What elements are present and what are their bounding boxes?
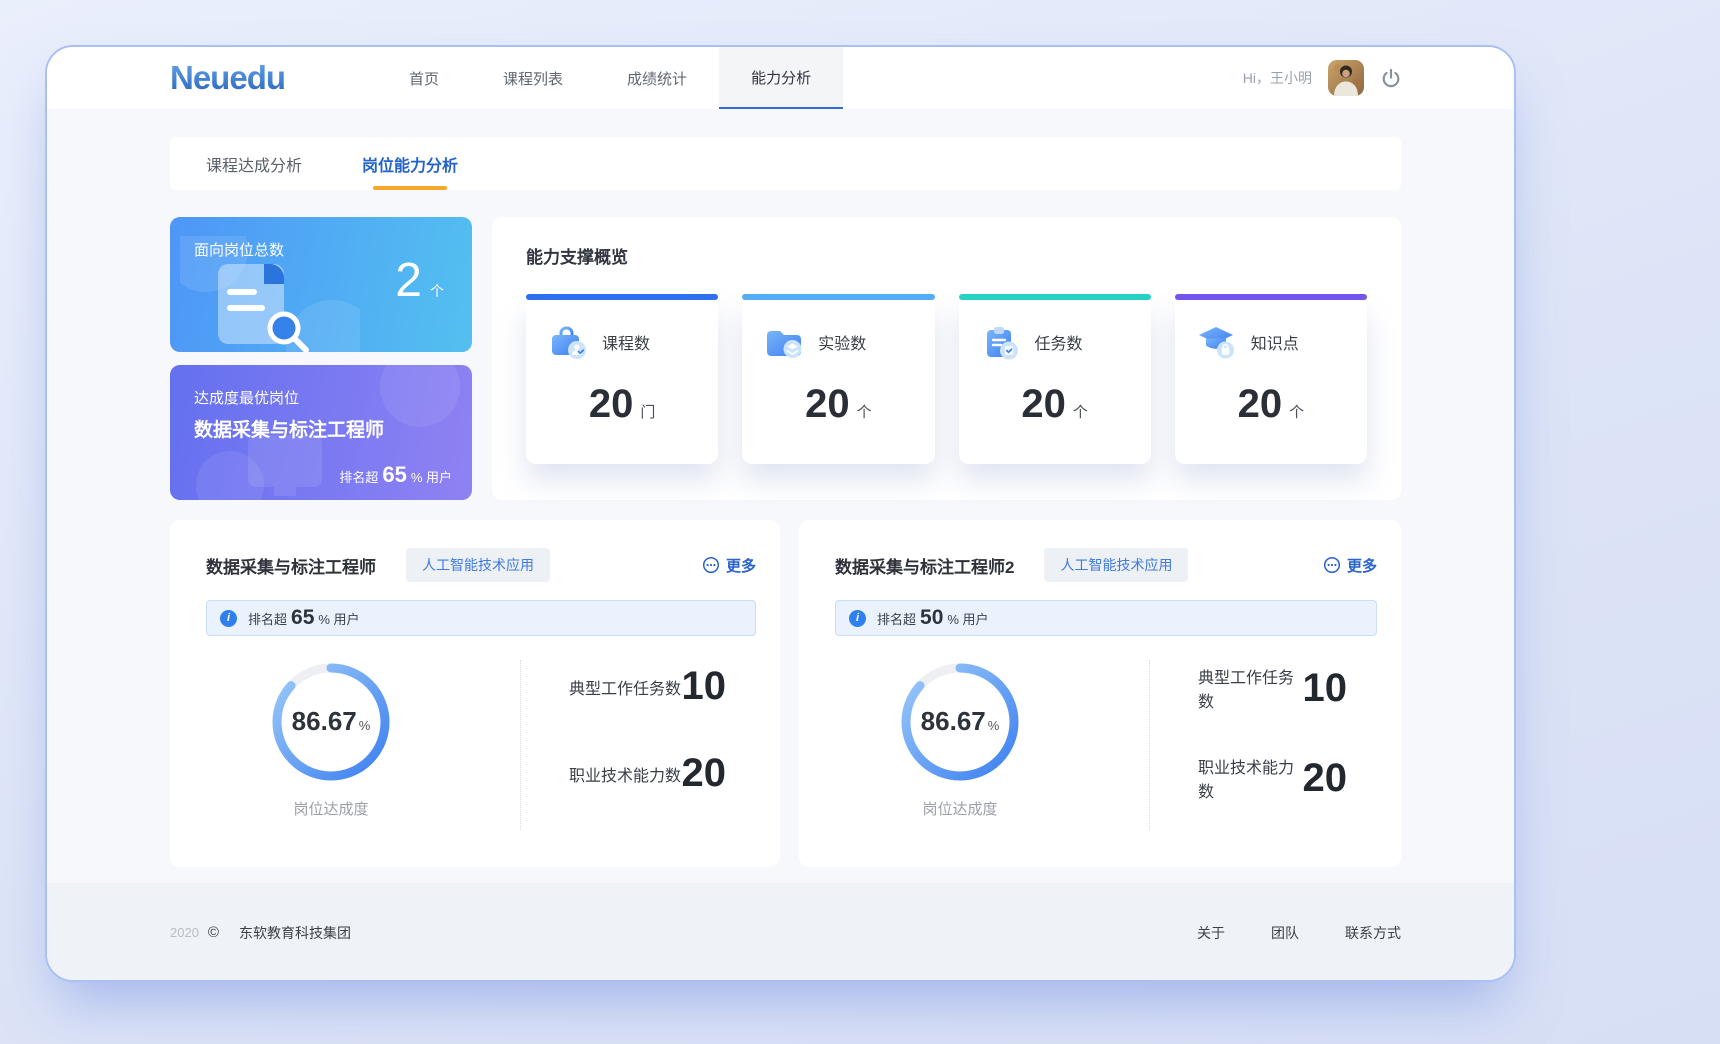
main-nav: 首页 课程列表 成绩统计 能力分析 bbox=[377, 47, 843, 109]
rank-info-bar: i 排名超 50 % 用户 bbox=[835, 600, 1377, 636]
avatar[interactable] bbox=[1328, 60, 1364, 96]
total-jobs-card: 面向岗位总数 2 个 bbox=[170, 217, 472, 352]
more-icon bbox=[702, 556, 720, 574]
best-job-name: 数据采集与标注工程师 bbox=[194, 415, 384, 442]
footer: 2020 © 东软教育科技集团 关于 团队 联系方式 bbox=[47, 883, 1514, 982]
main-panel: Neuedu 首页 课程列表 成绩统计 能力分析 Hi，王小明 bbox=[45, 45, 1516, 982]
user-greeting: Hi，王小明 bbox=[1243, 68, 1312, 88]
knowledge-icon bbox=[1197, 324, 1237, 360]
more-button[interactable]: 更多 bbox=[702, 555, 756, 576]
course-icon bbox=[548, 324, 588, 360]
achievement-label: 岗位达成度 bbox=[922, 798, 997, 819]
nav-item-ability[interactable]: 能力分析 bbox=[719, 47, 843, 109]
nav-item-grades[interactable]: 成绩统计 bbox=[595, 47, 719, 109]
nav-item-home[interactable]: 首页 bbox=[377, 47, 471, 109]
job-stat-row: 职业技术能力数 20 bbox=[569, 751, 726, 796]
job-card-2: 数据采集与标注工程师2 人工智能技术应用 更多 i 排名超 50 bbox=[799, 520, 1401, 867]
achievement-donut-chart: 86.67 % bbox=[898, 660, 1022, 784]
best-job-card: 达成度最优岗位 数据采集与标注工程师 排名超 65 % 用户 bbox=[170, 365, 472, 500]
footer-link-contact[interactable]: 联系方式 bbox=[1345, 923, 1401, 943]
footer-company: 东软教育科技集团 bbox=[239, 923, 351, 943]
best-job-rank: 排名超 65 % 用户 bbox=[339, 462, 452, 488]
power-icon bbox=[1380, 67, 1402, 89]
job-stat-row: 典型工作任务数 10 bbox=[1198, 664, 1347, 712]
total-jobs-value: 2 个 bbox=[395, 253, 444, 308]
footer-link-about[interactable]: 关于 bbox=[1197, 923, 1225, 943]
job-tag: 人工智能技术应用 bbox=[1044, 548, 1188, 582]
capability-overview-title: 能力支撑概览 bbox=[526, 243, 1367, 268]
experiment-icon bbox=[764, 324, 804, 360]
info-icon: i bbox=[220, 610, 237, 627]
job-stat-row: 职业技术能力数 20 bbox=[1198, 754, 1347, 802]
capability-overview-card: 能力支撑概览 bbox=[492, 217, 1401, 500]
stat-card-experiments: 实验数 20个 bbox=[742, 294, 934, 464]
info-icon: i bbox=[849, 610, 866, 627]
stat-card-courses: 课程数 20门 bbox=[526, 294, 718, 464]
copyright-icon: © bbox=[208, 924, 219, 941]
stat-card-knowledge: 知识点 20个 bbox=[1175, 294, 1367, 464]
more-button[interactable]: 更多 bbox=[1323, 555, 1377, 576]
footer-year: 2020 bbox=[170, 925, 199, 940]
total-jobs-label: 面向岗位总数 bbox=[194, 239, 284, 260]
rank-info-bar: i 排名超 65 % 用户 bbox=[206, 600, 756, 636]
logout-button[interactable] bbox=[1380, 67, 1402, 89]
logo: Neuedu bbox=[170, 59, 285, 97]
analysis-tabs: 课程达成分析 岗位能力分析 bbox=[170, 137, 1401, 190]
more-icon bbox=[1323, 556, 1341, 574]
task-icon bbox=[981, 324, 1021, 360]
nav-item-courses[interactable]: 课程列表 bbox=[471, 47, 595, 109]
job-title: 数据采集与标注工程师2 bbox=[835, 553, 1014, 578]
footer-link-team[interactable]: 团队 bbox=[1271, 923, 1299, 943]
job-stat-row: 典型工作任务数 10 bbox=[569, 664, 726, 709]
avatar-image bbox=[1328, 60, 1364, 96]
job-title: 数据采集与标注工程师 bbox=[206, 553, 376, 578]
job-tag: 人工智能技术应用 bbox=[406, 548, 550, 582]
achievement-label: 岗位达成度 bbox=[293, 798, 368, 819]
header-right: Hi，王小明 bbox=[1243, 60, 1402, 96]
stat-card-tasks: 任务数 20个 bbox=[959, 294, 1151, 464]
job-card-1: 数据采集与标注工程师 人工智能技术应用 更多 i 排名超 65 bbox=[170, 520, 780, 867]
stat-grid: 课程数 20门 bbox=[526, 294, 1367, 464]
tab-job-ability[interactable]: 岗位能力分析 bbox=[362, 137, 458, 190]
summary-column: 面向岗位总数 2 个 达成度最优岗位 数据采集与标注工程师 bbox=[170, 217, 472, 500]
content-area: 课程达成分析 岗位能力分析 面向岗位总数 bbox=[47, 109, 1514, 883]
tab-course-achievement[interactable]: 课程达成分析 bbox=[206, 137, 302, 190]
achievement-donut-chart: 86.67 % bbox=[269, 660, 393, 784]
best-job-label: 达成度最优岗位 bbox=[194, 387, 299, 408]
top-nav-bar: Neuedu 首页 课程列表 成绩统计 能力分析 Hi，王小明 bbox=[47, 47, 1514, 109]
